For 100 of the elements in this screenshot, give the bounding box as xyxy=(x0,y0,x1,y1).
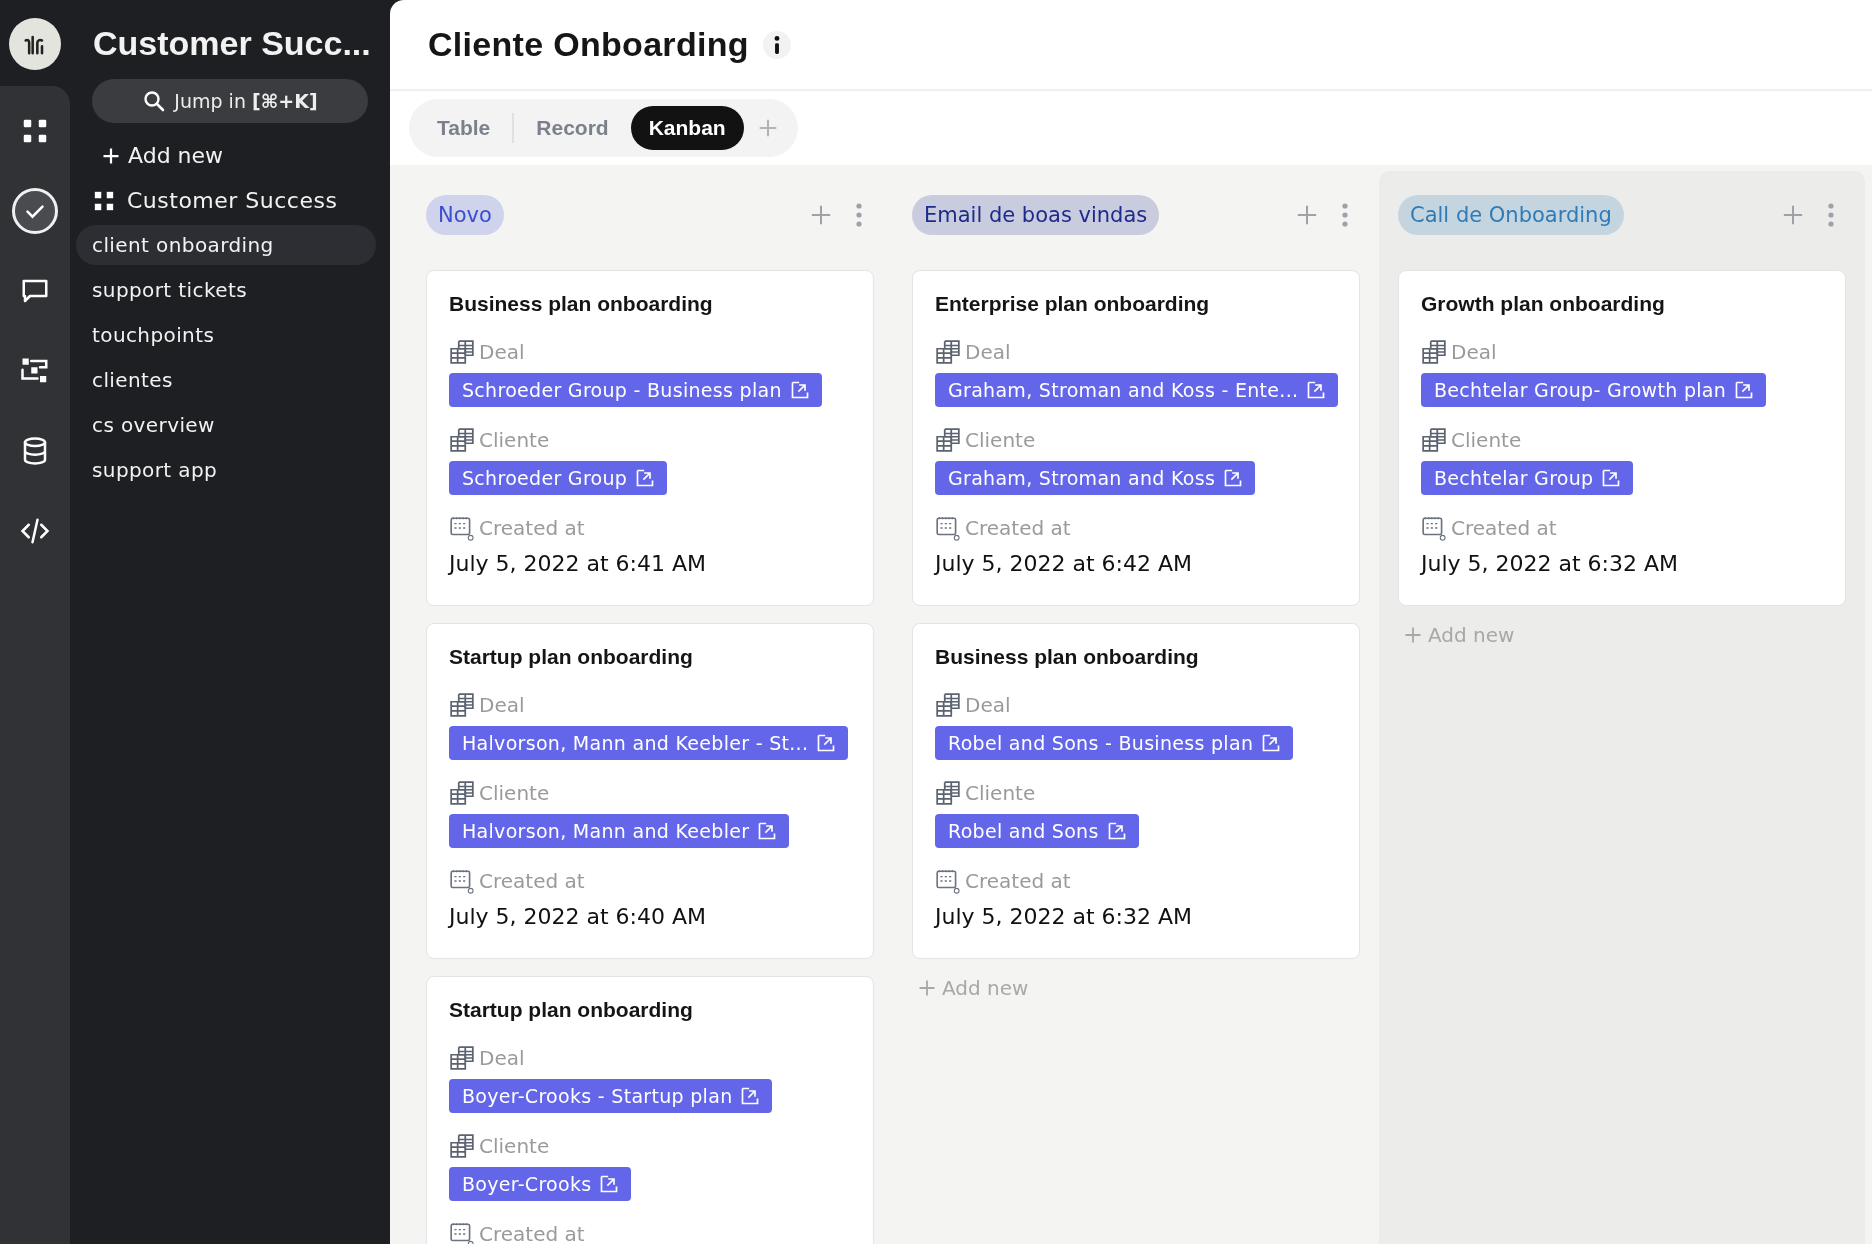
date-value: July 5, 2022 at 6:32 AM xyxy=(1421,550,1680,578)
date-value: July 5, 2022 at 6:40 AM xyxy=(449,903,708,931)
table-icon xyxy=(449,692,475,718)
external-link-icon xyxy=(816,733,837,753)
section-title[interactable]: Customer Success xyxy=(127,188,338,213)
table-icon xyxy=(449,339,475,365)
record-link[interactable]: Graham, Stroman and Koss - Ente... xyxy=(935,373,1339,407)
external-link-icon xyxy=(1734,380,1755,400)
card-title: Enterprise plan onboarding xyxy=(935,291,1211,317)
table-icon xyxy=(449,1133,475,1159)
sidebar-item[interactable]: client onboarding xyxy=(76,225,376,265)
kanban-card[interactable]: Business plan onboarding Deal Schroeder Group - Business plan Cliente Schroeder Group Created at July 5, 2022 at 6:41 AM xyxy=(426,270,874,606)
sidebar-item[interactable]: cs overview xyxy=(76,405,376,445)
sidebar-item[interactable]: support app xyxy=(76,450,376,490)
kanban-card[interactable]: Startup plan onboarding Deal Boyer-Crooks - Startup plan Cliente Boyer-Crooks Created at xyxy=(426,976,874,1244)
view-tab[interactable]: Record xyxy=(518,106,627,150)
table-icon xyxy=(449,427,475,453)
plus-icon xyxy=(810,204,832,226)
kanban-card[interactable]: Enterprise plan onboarding Deal Graham, Stroman and Koss - Ente... Cliente Graham, Stroman and Koss Created at July 5, 2022 at 6:42 AM xyxy=(912,270,1360,606)
table-icon xyxy=(935,780,961,806)
card-title: Growth plan onboarding xyxy=(1421,291,1666,317)
date-value: July 5, 2022 at 6:41 AM xyxy=(449,550,708,578)
external-link-icon xyxy=(1601,468,1622,488)
sidebar-item[interactable]: support tickets xyxy=(76,270,376,310)
record-link[interactable]: Schroeder Group xyxy=(449,461,668,495)
field-label: Created at xyxy=(479,1222,585,1244)
page-title: Cliente Onboarding xyxy=(428,25,749,64)
field-label: Cliente xyxy=(965,781,1036,805)
status-tag: Call de Onboarding xyxy=(1398,195,1624,235)
field-label: Cliente xyxy=(479,428,550,452)
field-label: Deal xyxy=(479,1046,525,1070)
external-link-icon xyxy=(1106,821,1127,841)
record-link[interactable]: Robel and Sons xyxy=(935,814,1139,848)
field-label: Created at xyxy=(479,869,585,893)
plus-icon xyxy=(1782,204,1804,226)
record-link[interactable]: Boyer-Crooks - Startup plan xyxy=(449,1079,773,1113)
sidebar-item[interactable]: clientes xyxy=(76,360,376,400)
calendar-icon xyxy=(935,868,961,894)
external-link-icon xyxy=(1223,468,1244,488)
record-link[interactable]: Bechtelar Group- Growth plan xyxy=(1421,373,1767,407)
plus-icon xyxy=(757,118,778,138)
table-icon xyxy=(449,780,475,806)
field-label: Cliente xyxy=(1451,428,1522,452)
status-tag: Email de boas vindas xyxy=(912,195,1160,235)
calendar-icon xyxy=(449,515,475,541)
record-link[interactable]: Halvorson, Mann and Keebler xyxy=(449,814,790,848)
kanban-card[interactable]: Business plan onboarding Deal Robel and Sons - Business plan Cliente Robel and Sons Created at July 5, 2022 at 6:32 AM xyxy=(912,623,1360,959)
view-tab[interactable]: Table xyxy=(419,106,509,150)
field-label: Created at xyxy=(1451,516,1557,540)
grid-icon xyxy=(93,189,115,212)
field-label: Cliente xyxy=(479,781,550,805)
rail-button[interactable] xyxy=(12,188,58,234)
external-link-icon xyxy=(599,1174,620,1194)
search-icon xyxy=(142,89,167,113)
kanban-card[interactable]: Growth plan onboarding Deal Bechtelar Group- Growth plan Cliente Bechtelar Group Created at July 5, 2022 at 6:32 AM xyxy=(1398,270,1846,606)
date-value: July 5, 2022 at 6:32 AM xyxy=(935,903,1194,931)
add-new-button[interactable]: Add new xyxy=(102,143,390,168)
field-label: Deal xyxy=(1451,340,1497,364)
logo-icon[interactable] xyxy=(9,18,61,70)
calendar-icon xyxy=(449,1221,475,1244)
plus-icon xyxy=(918,979,936,997)
record-link[interactable]: Boyer-Crooks xyxy=(449,1167,632,1201)
more-icon xyxy=(855,203,863,227)
view-tab[interactable]: Kanban xyxy=(630,106,744,150)
external-link-icon xyxy=(1261,733,1282,753)
external-link-icon xyxy=(1306,380,1327,400)
card-title: Business plan onboarding xyxy=(449,291,714,317)
external-link-icon xyxy=(757,821,778,841)
more-icon xyxy=(1341,203,1349,227)
record-link[interactable]: Robel and Sons - Business plan xyxy=(935,726,1294,760)
record-link[interactable]: Schroeder Group - Business plan xyxy=(449,373,822,407)
info-icon xyxy=(773,35,780,54)
field-label: Cliente xyxy=(479,1134,550,1158)
field-label: Cliente xyxy=(965,428,1036,452)
code-icon xyxy=(20,516,50,546)
calendar-icon xyxy=(1421,515,1447,541)
info-button[interactable] xyxy=(762,30,791,59)
table-icon xyxy=(1421,339,1447,365)
card-title: Startup plan onboarding xyxy=(449,997,694,1023)
field-label: Created at xyxy=(965,516,1071,540)
calendar-icon xyxy=(449,868,475,894)
field-label: Created at xyxy=(479,516,585,540)
field-label: Deal xyxy=(479,340,525,364)
record-link[interactable]: Bechtelar Group xyxy=(1421,461,1634,495)
external-link-icon xyxy=(635,468,656,488)
external-link-icon xyxy=(740,1086,761,1106)
field-label: Deal xyxy=(479,693,525,717)
record-link[interactable]: Halvorson, Mann and Keebler - St... xyxy=(449,726,849,760)
table-icon xyxy=(935,427,961,453)
plus-icon xyxy=(1296,204,1318,226)
card-title: Startup plan onboarding xyxy=(449,644,694,670)
plus-icon xyxy=(102,146,120,165)
workspace-title: Customer Succ... xyxy=(93,24,372,63)
search-button[interactable]: Jump in [⌘+K] xyxy=(92,79,368,123)
record-link[interactable]: Graham, Stroman and Koss xyxy=(935,461,1256,495)
sidebar-item[interactable]: touchpoints xyxy=(76,315,376,355)
field-label: Created at xyxy=(965,869,1071,893)
kanban-card[interactable]: Startup plan onboarding Deal Halvorson, Mann and Keebler - St... Cliente Halvorson, Mann and Keebler Created at July 5, 2022 at 6:40 AM xyxy=(426,623,874,959)
date-value: July 5, 2022 at 6:42 AM xyxy=(935,550,1194,578)
field-label: Deal xyxy=(965,693,1011,717)
